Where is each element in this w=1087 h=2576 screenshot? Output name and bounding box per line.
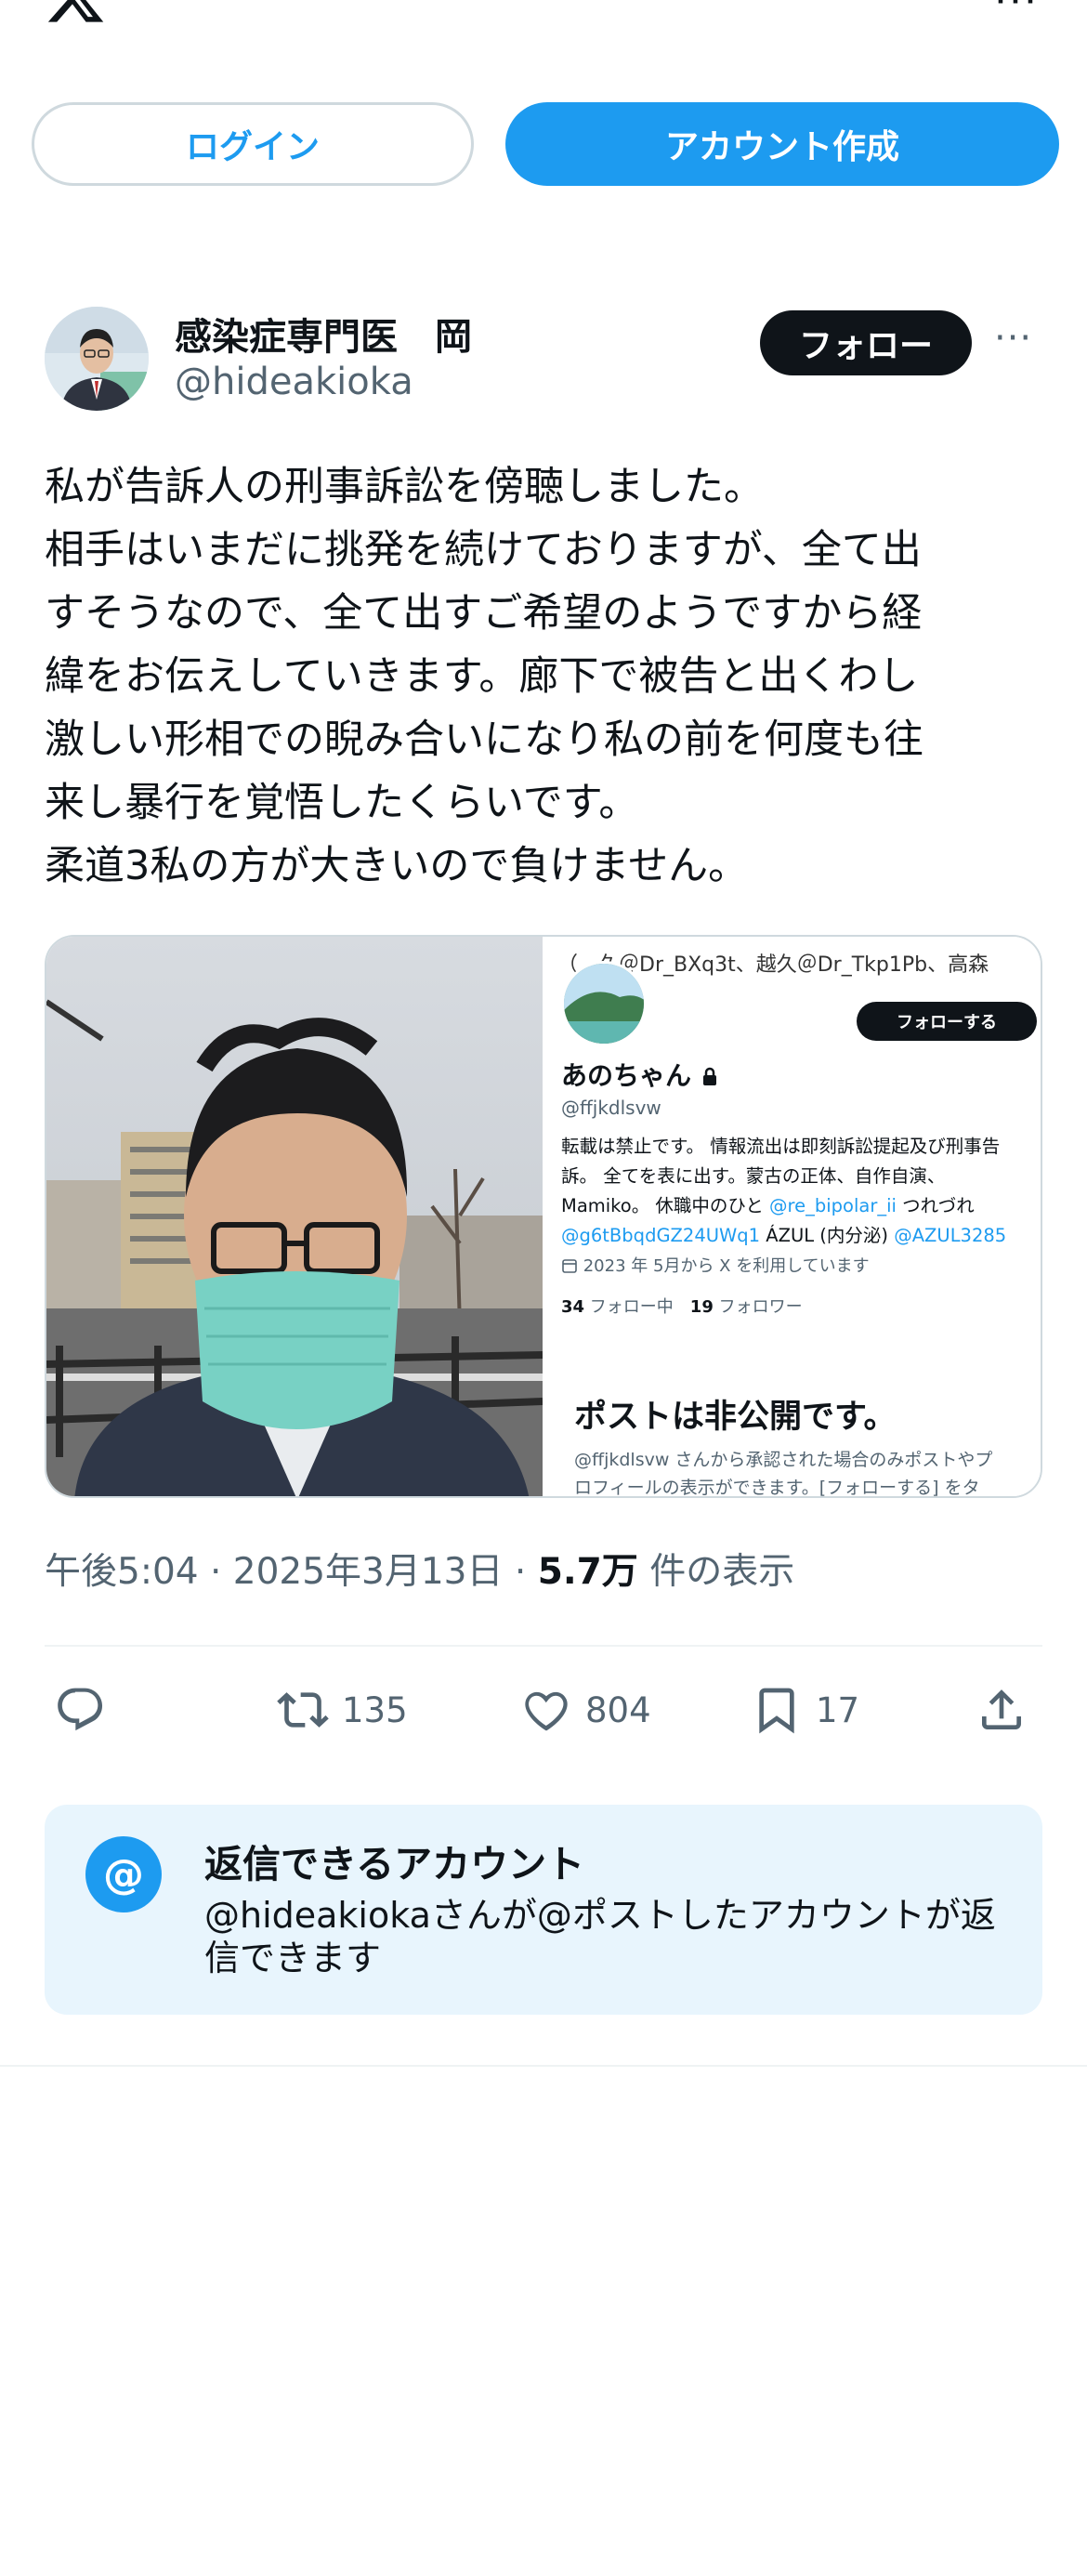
private-desc-line: @ffjkdlsvw さんから承認された場合のみポストやプ — [574, 1450, 993, 1470]
post-date[interactable]: 2025年3月13日 — [233, 1551, 504, 1593]
bio-mention: @re_bipolar_ii — [769, 1195, 897, 1216]
signup-button[interactable]: アカウント作成 — [505, 102, 1059, 186]
follow-button[interactable]: フォロー — [760, 310, 972, 375]
like-count: 804 — [585, 1689, 651, 1730]
profile-screenshot: （ 久＠Dr_BXq3t、越久＠Dr_Tkp1Pb、高森 フォローする あのちゃ… — [546, 937, 1041, 1498]
login-button[interactable]: ログイン — [32, 102, 474, 186]
reply-restriction-desc: @hideakiokaさんが@ポストしたアカウントが返信できます — [204, 1895, 996, 1978]
author-avatar[interactable] — [45, 307, 149, 411]
screenshot-bio: 転載は禁止です。 情報流出は即刻訴訟提起及び刑事告 訴。 全てを表に出す。蒙古の… — [561, 1132, 1041, 1251]
bio-text: Mamiko。 休職中のひと — [561, 1195, 770, 1216]
reply-restriction-box: @ 返信できるアカウント @hideakiokaさんが@ポストしたアカウントが返… — [45, 1805, 1042, 2015]
post-text-line: 私が告訴人の刑事訴訟を傍聴しました。 — [45, 464, 764, 510]
screenshot-joined: 2023 年 5月から X を利用しています — [561, 1253, 870, 1277]
auth-row: ログイン アカウント作成 — [32, 102, 1059, 186]
post-text-line: 来し暴行を覚悟したくらいです。 — [45, 780, 639, 826]
screenshot-counts: 34 フォロー中 19 フォロワー — [561, 1294, 803, 1318]
bio-line: 転載は禁止です。 情報流出は即刻訴訟提起及び刑事告 — [561, 1136, 1001, 1157]
repost-button[interactable]: 135 — [277, 1673, 408, 1747]
bio-mention: @AZUL3285 — [894, 1225, 1007, 1246]
followers-label: フォロワー — [713, 1297, 803, 1317]
private-desc-line: ロフィールの表示ができます。[フォローする] をタ — [574, 1478, 980, 1498]
following-count: 34 — [561, 1297, 585, 1317]
divider — [45, 1645, 1042, 1647]
bookmark-icon — [759, 1688, 794, 1734]
post-media[interactable]: （ 久＠Dr_BXq3t、越久＠Dr_Tkp1Pb、高森 フォローする あのちゃ… — [45, 935, 1042, 1498]
meta-separator: · — [503, 1551, 538, 1593]
bookmark-button[interactable]: 17 — [751, 1673, 859, 1747]
bio-text: ÁZUL (内分泌) — [760, 1225, 895, 1246]
reply-button[interactable] — [54, 1673, 106, 1747]
screenshot-profile-name: あのちゃん — [561, 1056, 719, 1093]
private-title: ポストは非公開です。 — [574, 1399, 897, 1436]
private-desc: @ffjkdlsvw さんから承認された場合のみポストやプ ロフィールの表示がで… — [574, 1446, 1039, 1498]
view-count: 5.7万 — [537, 1551, 638, 1593]
post-text-line: 激しい形相での睨み合いになり私の前を何度も往 — [45, 716, 923, 763]
post-time[interactable]: 午後5:04 — [45, 1551, 199, 1593]
post-text-line: すそうなので、全て出すご希望のようですから経 — [45, 590, 923, 637]
repost-icon — [277, 1692, 329, 1728]
author-name[interactable]: 感染症専門医 岡 — [175, 307, 472, 361]
at-icon: @ — [85, 1836, 162, 1912]
bio-line: 訴。 全てを表に出す。蒙古の正体、自作自演、 — [561, 1165, 946, 1187]
reply-restriction-title: 返信できるアカウント — [204, 1842, 585, 1886]
calendar-icon — [562, 1259, 577, 1273]
more-icon[interactable]: ··· — [994, 0, 1039, 22]
followers-count: 19 — [689, 1297, 714, 1317]
joined-text: 2023 年 5月から X を利用しています — [583, 1256, 870, 1276]
heart-icon — [525, 1691, 568, 1731]
like-button[interactable]: 804 — [520, 1673, 651, 1747]
following-label: フォロー中 — [584, 1297, 690, 1317]
post-author: 感染症専門医 岡 @hideakioka フォロー ··· — [45, 307, 1042, 418]
post-text-line: 相手はいまだに挑発を続けておりますが、全て出 — [45, 527, 922, 573]
lock-icon — [702, 1067, 716, 1085]
bio-line: @g6tBbqdGZ24UWq1 ÁZUL (内分泌) @AZUL3285 — [561, 1221, 1041, 1251]
screenshot-name-text: あのちゃん — [561, 1060, 692, 1091]
divider — [0, 2065, 1087, 2067]
selfie-photo[interactable] — [46, 937, 543, 1496]
screenshot-profile-handle: @ffjkdlsvw — [561, 1097, 661, 1119]
bookmark-count: 17 — [816, 1689, 860, 1730]
post-more-icon[interactable]: ··· — [994, 310, 1032, 366]
bio-line: Mamiko。 休職中のひと @re_bipolar_ii つれづれ — [561, 1191, 1041, 1221]
post-meta: 午後5:04 · 2025年3月13日 · 5.7万 件の表示 — [45, 1543, 794, 1595]
screenshot-avatar — [561, 961, 647, 1046]
reply-icon — [58, 1688, 103, 1731]
share-button[interactable] — [976, 1673, 1028, 1747]
post-text-line: 緯をお伝えしていきます。廊下で被告と出くわし — [45, 653, 919, 700]
repost-count: 135 — [342, 1689, 408, 1730]
screenshot-follow-button: フォローする — [857, 1002, 1037, 1041]
post-actions: 135 804 17 — [45, 1673, 1042, 1747]
post-text-line: 柔道3私の方が大きいので負けません。 — [45, 843, 749, 889]
top-bar: ··· — [0, 0, 1087, 74]
bio-mention: @g6tBbqdGZ24UWq1 — [561, 1225, 761, 1246]
x-logo-icon[interactable] — [45, 0, 106, 28]
view-label: 件の表示 — [637, 1551, 795, 1593]
share-icon — [982, 1689, 1021, 1729]
meta-separator: · — [198, 1551, 233, 1593]
post-text: 私が告訴人の刑事訴訟を傍聴しました。 相手はいまだに挑発を続けておりますが、全て… — [45, 455, 1048, 898]
author-handle[interactable]: @hideakioka — [175, 361, 413, 403]
bio-text: つれづれ — [896, 1195, 975, 1216]
